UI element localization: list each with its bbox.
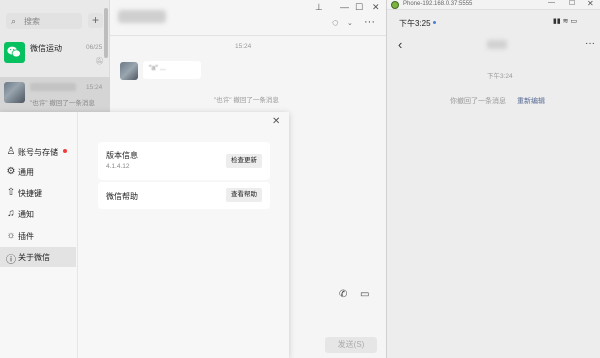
mute-icon: 🔕︎ [95, 58, 104, 65]
pin-icon[interactable]: ⊥ [315, 2, 323, 13]
close-icon[interactable]: ✕ [372, 2, 380, 13]
wechat-logo-icon [4, 42, 25, 63]
nav-label: 账号与存储 [18, 148, 58, 157]
phone-titlebar: Phone-192.168.0.37:5555 — ☐ ✕ [387, 0, 600, 10]
app-logo-icon [391, 1, 399, 9]
nav-item-notifications[interactable]: ♫ 通知 [0, 204, 76, 224]
video-icon[interactable]: ▭ [360, 289, 369, 300]
bell-icon: ♫ [7, 208, 15, 219]
nav-label: 快捷键 [18, 189, 42, 198]
status-bar-time: 下午3:25 [399, 19, 431, 28]
close-icon[interactable]: ✕ [272, 116, 280, 127]
phone-icon[interactable]: ✆ [339, 289, 347, 300]
avatar [120, 62, 138, 80]
chat-list-item[interactable]: 微信运动 06/25 🔕︎ [0, 37, 110, 74]
minimize-icon[interactable]: — [548, 0, 555, 6]
recall-notice: 你撤回了一条消息 [450, 98, 506, 105]
chat-time: 15:24 [86, 84, 103, 91]
version-card: 版本信息 4.1.4.12 检查更新 [98, 142, 270, 180]
search-input[interactable]: ⌕ 搜索 [6, 13, 82, 29]
gear-icon: ⚙ [6, 166, 16, 177]
chat-title-redacted [487, 40, 507, 49]
chat-list-item-selected[interactable]: 15:24 "也许" 撤回了一条消息 [0, 77, 110, 114]
check-update-button[interactable]: 检查更新 [226, 154, 262, 168]
nav-label: 插件 [18, 232, 34, 241]
message-text: "a" ... [149, 65, 166, 72]
chat-last-message: "也许" 撤回了一条消息 [30, 100, 95, 107]
time-divider: 15:24 [235, 43, 252, 50]
chevron-down-icon[interactable]: ⌄ [347, 19, 353, 27]
nav-item-shortcuts[interactable]: ⇧ 快捷键 [0, 183, 76, 203]
phone-mirror-window: Phone-192.168.0.37:5555 — ☐ ✕ 下午3:25 ▮▮ … [386, 0, 600, 358]
search-placeholder: 搜索 [24, 17, 40, 26]
version-number: 4.1.4.12 [106, 163, 130, 170]
wechat-window: ⌕ 搜索 + 微信运动 06/25 🔕︎ 15:24 "也许" 撤回了一条消息 … [0, 0, 386, 358]
recall-notice: "也许" 撤回了一条消息 [214, 97, 279, 104]
chat-name: 微信运动 [30, 44, 62, 53]
avatar [4, 82, 25, 103]
chat-header: ⊥ — ☐ ✕ ◌ ⌄ ··· [110, 0, 386, 36]
more-icon[interactable]: ··· [585, 38, 595, 49]
notification-dot [63, 149, 67, 153]
version-title: 版本信息 [106, 151, 138, 160]
add-button[interactable]: + [88, 13, 103, 28]
plugin-icon: ☼ [6, 230, 16, 241]
search-icon: ⌕ [11, 16, 17, 26]
chat-bubble-icon[interactable]: ◌ [332, 17, 339, 29]
chat-list-scrollbar[interactable] [104, 8, 108, 58]
nav-item-about[interactable]: ⓘ 关于微信 [0, 247, 76, 267]
chat-time: 06/25 [86, 44, 103, 51]
message-bubble[interactable]: "a" ... [143, 61, 201, 79]
nav-label: 通知 [18, 210, 34, 219]
shortcut-icon: ⇧ [6, 187, 16, 198]
nav-label: 通用 [18, 168, 34, 177]
back-icon[interactable]: ‹ [398, 37, 402, 52]
close-icon[interactable]: ✕ [587, 0, 594, 8]
maximize-icon[interactable]: ☐ [355, 2, 363, 13]
help-title: 微信帮助 [106, 192, 138, 201]
plus-icon: + [91, 13, 99, 27]
more-icon[interactable]: ··· [364, 16, 375, 28]
send-button[interactable]: 发送(S) [325, 337, 377, 353]
settings-dialog: ♙ 账号与存储 ⚙ 通用 ⇧ 快捷键 ♫ 通知 ☼ 插件 ⓘ 关于微信 ✕ 版本… [0, 112, 289, 358]
nav-item-general[interactable]: ⚙ 通用 [0, 162, 76, 182]
reedit-link[interactable]: 重新编辑 [517, 96, 545, 106]
time-divider: 下午3:24 [487, 73, 513, 80]
view-help-button[interactable]: 查看帮助 [226, 188, 262, 202]
settings-nav: ♙ 账号与存储 ⚙ 通用 ⇧ 快捷键 ♫ 通知 ☼ 插件 ⓘ 关于微信 [0, 112, 78, 358]
info-icon: ⓘ [6, 255, 16, 266]
status-icons: ▮▮ ≋ ▭ [553, 18, 578, 25]
minimize-icon[interactable]: — [340, 2, 349, 12]
window-title: Phone-192.168.0.37:5555 [403, 1, 473, 7]
nav-item-plugins[interactable]: ☼ 插件 [0, 226, 76, 246]
chat-title-redacted [118, 10, 166, 23]
maximize-icon[interactable]: ☐ [569, 0, 575, 7]
help-card: 微信帮助 查看帮助 [98, 182, 270, 209]
chat-name-redacted [30, 83, 76, 91]
user-icon: ♙ [6, 146, 16, 157]
nav-label: 关于微信 [18, 253, 50, 262]
status-dot [433, 21, 436, 24]
